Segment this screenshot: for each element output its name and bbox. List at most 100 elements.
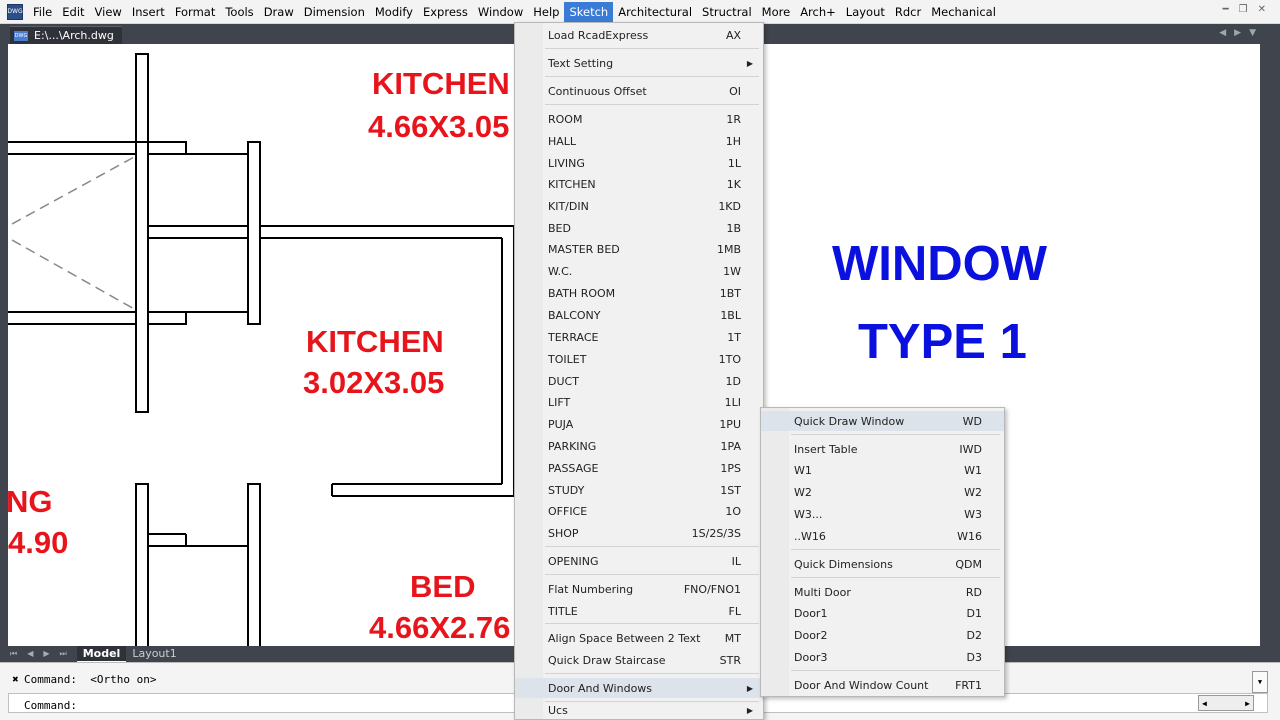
menu-item-label: KIT/DIN	[548, 199, 589, 213]
menu-item-parking[interactable]: PARKING 1PA	[515, 436, 763, 456]
tab-model[interactable]: Model	[76, 646, 127, 662]
menu-item-w2[interactable]: W2 W2	[761, 482, 1004, 502]
menu-rdcr[interactable]: Rdcr	[890, 2, 926, 22]
menu-item-load-rcadexpress[interactable]: Load RcadExpress AX	[515, 25, 763, 45]
room-dim-kitchen-1: 4.66X3.05	[368, 109, 510, 144]
tab-next-icon[interactable]: ▶	[1234, 28, 1241, 38]
menu-item-toilet[interactable]: TOILET 1TO	[515, 349, 763, 369]
dwg-file-icon-text: DWG	[14, 32, 28, 39]
menu-item-w3[interactable]: W3... W3	[761, 504, 1004, 524]
menu-item-office[interactable]: OFFICE 1O	[515, 501, 763, 521]
first-layout-icon[interactable]: ⏮	[10, 649, 17, 659]
close-icon[interactable]: ✕	[1258, 4, 1266, 15]
room-label-bed: BED	[410, 569, 476, 604]
menu-arch-plus[interactable]: Arch+	[795, 2, 841, 22]
menu-view[interactable]: View	[90, 2, 127, 22]
menu-item-room[interactable]: ROOM 1R	[515, 109, 763, 129]
menu-item-hall[interactable]: HALL 1H	[515, 131, 763, 151]
menu-item-label: TERRACE	[548, 330, 599, 344]
command-hscroll[interactable]: ◀ ▶	[1198, 695, 1254, 711]
close-command-icon[interactable]: ✖	[12, 675, 19, 684]
next-layout-icon[interactable]: ▶	[43, 649, 49, 659]
menu-item-wc[interactable]: W.C. 1W	[515, 261, 763, 281]
menu-file[interactable]: File	[28, 2, 57, 22]
menu-item-insert-table[interactable]: Insert Table IWD	[761, 439, 1004, 459]
menu-help[interactable]: Help	[528, 2, 564, 22]
menu-modify[interactable]: Modify	[370, 2, 418, 22]
app-logo-icon[interactable]: DWG	[7, 3, 23, 20]
menu-item-shortcut: 1H	[725, 134, 741, 148]
menu-item-door-and-windows[interactable]: Door And Windows ▶	[515, 678, 763, 698]
room-dim-kitchen-2: 3.02X3.05	[303, 365, 445, 400]
menu-separator	[545, 76, 759, 77]
menu-item-w16[interactable]: ..W16 W16	[761, 526, 1004, 546]
menu-item-puja[interactable]: PUJA 1PU	[515, 414, 763, 434]
menu-item-label: OFFICE	[548, 504, 588, 518]
menu-item-ucs[interactable]: Ucs ▶	[515, 700, 763, 720]
menu-item-shortcut: W1	[964, 463, 982, 477]
menu-item-bed[interactable]: BED 1B	[515, 218, 763, 238]
menu-item-door2[interactable]: Door2 D2	[761, 625, 1004, 645]
menu-express[interactable]: Express	[418, 2, 473, 22]
menu-item-terrace[interactable]: TERRACE 1T	[515, 327, 763, 347]
menu-item-door1[interactable]: Door1 D1	[761, 603, 1004, 623]
menu-item-text-setting[interactable]: Text Setting ▶	[515, 53, 763, 73]
menu-tools[interactable]: Tools	[220, 2, 258, 22]
menu-more[interactable]: More	[757, 2, 796, 22]
dwg-file-icon: DWG	[14, 30, 28, 41]
menu-item-title[interactable]: TITLE FL	[515, 601, 763, 621]
menu-item-quick-draw-staircase[interactable]: Quick Draw Staircase STR	[515, 650, 763, 670]
vertical-scrollbar[interactable]	[1260, 44, 1280, 646]
menu-item-living[interactable]: LIVING 1L	[515, 153, 763, 173]
last-layout-icon[interactable]: ⏭	[60, 649, 67, 659]
menu-item-kitchen[interactable]: KITCHEN 1K	[515, 174, 763, 194]
menu-item-quick-dimensions[interactable]: Quick Dimensions QDM	[761, 554, 1004, 574]
menu-item-balcony[interactable]: BALCONY 1BL	[515, 305, 763, 325]
scroll-left-icon[interactable]: ◀	[1202, 699, 1207, 708]
menu-item-study[interactable]: STUDY 1ST	[515, 480, 763, 500]
menu-item-align-space[interactable]: Align Space Between 2 Text MT	[515, 628, 763, 648]
menu-structral[interactable]: Structral	[697, 2, 757, 22]
menu-architectural[interactable]: Architectural	[613, 2, 697, 22]
menu-item-duct[interactable]: DUCT 1D	[515, 371, 763, 391]
menu-item-shortcut: 1D	[725, 374, 741, 388]
tab-prev-icon[interactable]: ◀	[1219, 28, 1226, 38]
menu-insert[interactable]: Insert	[127, 2, 170, 22]
menu-item-shop[interactable]: SHOP 1S/2S/3S	[515, 523, 763, 543]
menu-item-quick-draw-window[interactable]: Quick Draw Window WD	[761, 411, 1004, 431]
scroll-right-icon[interactable]: ▶	[1245, 699, 1250, 708]
menu-item-w1[interactable]: W1 W1	[761, 460, 1004, 480]
menu-item-bath-room[interactable]: BATH ROOM 1BT	[515, 283, 763, 303]
room-label-partial: NG	[8, 484, 53, 519]
document-tab[interactable]: DWG E:\...\Arch.dwg	[10, 26, 122, 44]
command-prompt-label: Command:	[24, 673, 77, 686]
tab-list-icon[interactable]: ▼	[1249, 28, 1256, 38]
menu-item-label: W.C.	[548, 264, 573, 278]
menu-item-master-bed[interactable]: MASTER BED 1MB	[515, 239, 763, 259]
menu-mechanical[interactable]: Mechanical	[926, 2, 1001, 22]
menu-sketch[interactable]: Sketch	[564, 1, 614, 22]
minimize-icon[interactable]: ━	[1223, 4, 1229, 15]
app-logo-text: DWG	[7, 8, 23, 15]
menu-item-kit-din[interactable]: KIT/DIN 1KD	[515, 196, 763, 216]
tab-layout1[interactable]: Layout1	[126, 646, 182, 662]
menu-item-multi-door[interactable]: Multi Door RD	[761, 582, 1004, 602]
menu-item-shortcut: 1MB	[716, 242, 741, 256]
menu-item-continuous-offset[interactable]: Continuous Offset OI	[515, 81, 763, 101]
menu-item-passage[interactable]: PASSAGE 1PS	[515, 458, 763, 478]
submenu-arrow-icon: ▶	[746, 683, 753, 693]
prev-layout-icon[interactable]: ◀	[27, 649, 33, 659]
menu-item-door-window-count[interactable]: Door And Window Count FRT1	[761, 675, 1004, 695]
menu-edit[interactable]: Edit	[57, 2, 89, 22]
menu-item-flat-numbering[interactable]: Flat Numbering FNO/FNO1	[515, 579, 763, 599]
menu-dimension[interactable]: Dimension	[299, 2, 370, 22]
menu-item-lift[interactable]: LIFT 1LI	[515, 392, 763, 412]
command-scroll-icon[interactable]: ▼	[1252, 671, 1268, 693]
menu-layout[interactable]: Layout	[841, 2, 890, 22]
menu-format[interactable]: Format	[170, 2, 221, 22]
menu-window[interactable]: Window	[473, 2, 528, 22]
menu-draw[interactable]: Draw	[259, 2, 299, 22]
menu-item-opening[interactable]: OPENING IL	[515, 551, 763, 571]
menu-item-door3[interactable]: Door3 D3	[761, 647, 1004, 667]
restore-icon[interactable]: ❐	[1239, 4, 1248, 15]
